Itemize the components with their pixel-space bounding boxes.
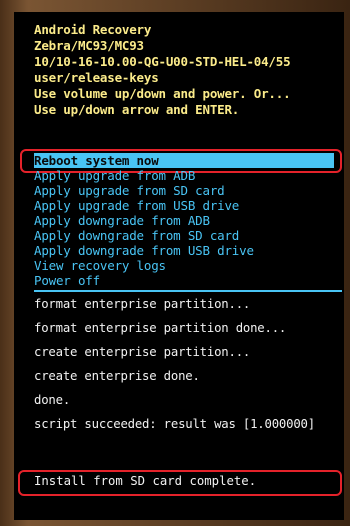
menu-item-apply-downgrade-adb[interactable]: Apply downgrade from ADB — [34, 213, 334, 228]
log-line: format enterprise partition done... — [34, 321, 287, 335]
log-line: create enterprise done. — [34, 369, 200, 383]
menu-item-apply-downgrade-sd-card[interactable]: Apply downgrade from SD card — [34, 228, 334, 243]
header-build: 10/10-16-10.00-QG-U00-STD-HEL-04/55 — [34, 54, 291, 69]
menu-item-power-off[interactable]: Power off — [34, 273, 334, 288]
menu-item-apply-upgrade-usb-drive[interactable]: Apply upgrade from USB drive — [34, 198, 334, 213]
menu-item-apply-downgrade-usb-drive[interactable]: Apply downgrade from USB drive — [34, 243, 334, 258]
header-instruction-1: Use volume up/down and power. Or... — [34, 86, 291, 101]
header-device: Zebra/MC93/MC93 — [34, 38, 144, 53]
log-line: format enterprise partition... — [34, 297, 251, 311]
recovery-header: Android Recovery Zebra/MC93/MC93 10/10-1… — [34, 22, 291, 118]
install-status-message: Install from SD card complete. — [34, 474, 257, 488]
header-title: Android Recovery — [34, 22, 152, 37]
recovery-log: format enterprise partition... format en… — [34, 292, 315, 436]
menu-item-apply-upgrade-adb[interactable]: Apply upgrade from ADB — [34, 168, 334, 183]
recovery-menu: Reboot system now Apply upgrade from ADB… — [34, 153, 334, 288]
log-line: script succeeded: result was [1.000000] — [34, 417, 315, 431]
recovery-screen: Android Recovery Zebra/MC93/MC93 10/10-1… — [14, 12, 344, 520]
header-instruction-2: Use up/down arrow and ENTER. — [34, 102, 240, 117]
header-keys: user/release-keys — [34, 70, 159, 85]
menu-item-reboot-system-now[interactable]: Reboot system now — [34, 153, 334, 168]
log-line: done. — [34, 393, 71, 407]
menu-item-view-recovery-logs[interactable]: View recovery logs — [34, 258, 334, 273]
menu-item-apply-upgrade-sd-card[interactable]: Apply upgrade from SD card — [34, 183, 334, 198]
log-line: create enterprise partition... — [34, 345, 251, 359]
